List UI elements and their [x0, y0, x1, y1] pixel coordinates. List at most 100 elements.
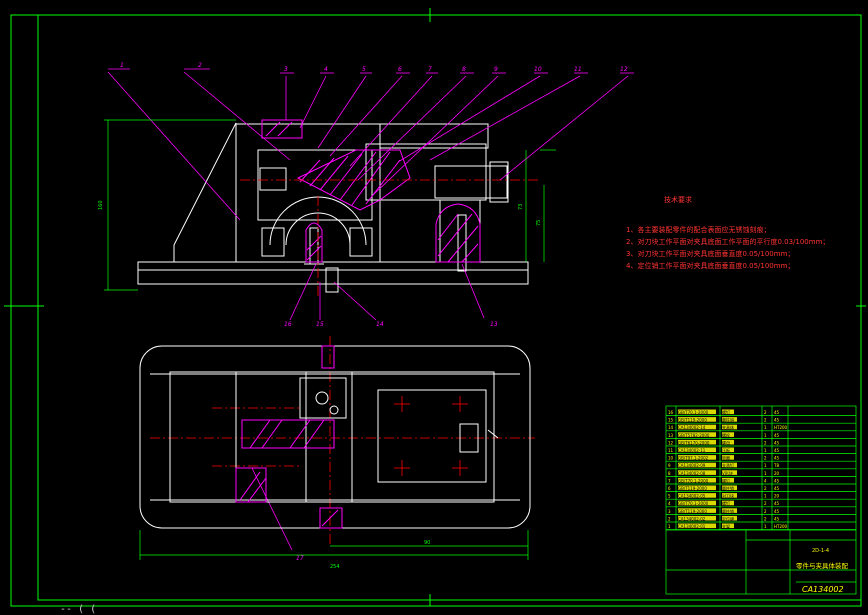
bom-cell: 2 — [764, 410, 767, 415]
title-block-name: CA134002 — [802, 585, 844, 594]
bom-row: 15 GB/T119-2000 圆柱销 2 45 — [666, 417, 856, 424]
title-block-drawing-no: 2D-1-4 — [812, 548, 829, 554]
leader-label-10: 10 — [534, 66, 542, 73]
bom-row: 11 CA134002-11 压板 1 45 — [666, 447, 856, 454]
bom-cell: 13 — [668, 433, 674, 438]
bom-cell: 夹具体 — [722, 424, 734, 430]
bom-cell: 2 — [764, 501, 767, 506]
technical-requirements: 技术要求 1、各主要装配零件的配合表面应无锈蚀刻痕； 2、对刀块工作平面对夹具底… — [626, 195, 829, 270]
bom-cell: V形块 — [722, 470, 733, 476]
bom-cell: 螺栓 — [722, 432, 730, 438]
leader-label-3: 3 — [284, 66, 288, 73]
bom-cell: 5 — [668, 494, 671, 499]
bom-cell: 45 — [774, 410, 780, 415]
dim-height: 160 — [98, 200, 104, 210]
leader-label-5: 5 — [362, 66, 366, 73]
dim-73: 73 — [518, 204, 524, 210]
bom-cell: 2 — [764, 440, 767, 445]
bom-cell: 1 — [764, 448, 767, 453]
bom-cell: CA134002-01 — [678, 524, 706, 529]
bom-cell: 16 — [668, 410, 674, 415]
bom-cell: 2 — [764, 456, 767, 461]
top-view-hatch — [235, 345, 343, 529]
cad-drawing-canvas: 1 2 3 4 5 6 7 8 9 10 11 12 16 15 14 13 1… — [4, 8, 866, 607]
bom-cell: 10 — [668, 456, 674, 461]
bom-row: 9 CA134002-09 支承钉 1 T8 — [666, 462, 856, 470]
bom-cell: 定位键 — [722, 515, 734, 521]
bom-cell: GB/T6170-2000 — [678, 440, 710, 445]
bom-cell: CA134002-09 — [678, 463, 706, 468]
bom-row: 13 GB/T5782-2000 螺栓 1 45 — [666, 432, 856, 439]
top-view-crosses — [394, 396, 468, 476]
bom-row: 12 GB/T6170-2000 螺母 2 45 — [666, 439, 856, 447]
dim-90: 90 — [424, 540, 430, 546]
bom-cell: 1 — [764, 494, 767, 499]
leader-label-15: 15 — [316, 321, 324, 328]
dim-75: 75 — [536, 220, 542, 226]
leader-label-11: 11 — [574, 66, 582, 73]
leader-label-13: 13 — [490, 321, 498, 328]
bom-cell: GB/T119-2000 — [678, 418, 707, 423]
bom-cell: 11 — [668, 448, 674, 453]
bom-row: 2 CA134002-02 定位键 2 45 — [666, 515, 856, 523]
bom-cell: 1 — [764, 471, 767, 476]
bom-row: 6 GB/T119-2000 圆柱销 2 45 — [666, 485, 856, 492]
command-line-text: -- ( ( — [60, 604, 97, 615]
bom-cell: 支承钉 — [722, 462, 734, 468]
title-block-text: 零件与夹具体装配 2D-1-4 CA134002 — [796, 548, 849, 594]
bom-cell: CA134002-02 — [678, 516, 706, 521]
bom-cell: 8 — [668, 471, 671, 476]
bom-cell: 7 — [668, 478, 671, 483]
bom-cell: 2 — [668, 516, 671, 521]
bom-cell: GB/T70.1-2000 — [678, 501, 709, 506]
bom-cell: 3 — [668, 509, 671, 514]
leader-label-7: 7 — [428, 66, 432, 73]
bom-cell: CA134002-05 — [678, 494, 706, 499]
bom-cell: 4 — [764, 478, 767, 483]
bom-cell: 45 — [774, 478, 780, 483]
bom-row: 10 GB/T97.1-2002 垫圈 2 45 — [666, 455, 856, 462]
bom-cell: 圆柱销 — [722, 417, 734, 423]
bom-cell: 15 — [668, 418, 674, 423]
leader-label-9: 9 — [494, 66, 498, 73]
bom-cell: T8 — [773, 463, 779, 468]
bom-cell: 1 — [668, 524, 671, 529]
bom-cell: CA134002-08 — [678, 471, 706, 476]
bom-cell: 1 — [764, 524, 767, 529]
tech-req-line-4: 4、定位销工作平面对夹具底面垂直度0.05/100mm； — [626, 261, 794, 270]
bom-cell: 垫圈 — [722, 455, 730, 461]
bom-row: 8 CA134002-08 V形块 1 20 — [666, 470, 856, 477]
leader-label-4: 4 — [324, 66, 328, 73]
bom-cell: 12 — [668, 440, 674, 445]
bom-cell: GB/T70.1-2000 — [678, 478, 709, 483]
bom-row: 5 CA134002-05 对刀块 1 20 — [666, 493, 856, 500]
tech-req-title: 技术要求 — [664, 195, 692, 204]
bom-cell: 20 — [774, 471, 780, 476]
bom-cell: 14 — [668, 425, 674, 430]
tech-req-line-1: 1、各主要装配零件的配合表面应无锈蚀刻痕； — [626, 225, 770, 234]
leader-label-1: 1 — [120, 62, 124, 69]
bom-cell: 2 — [764, 418, 767, 423]
title-block-part: 零件与夹具体装配 — [796, 561, 849, 570]
bom-cell: 45 — [774, 448, 780, 453]
bom-cell: CA134002-14 — [678, 425, 706, 430]
bom-cell: 45 — [774, 456, 780, 461]
bom-cell: GB/T119-2000 — [678, 509, 707, 514]
bom-row: 1 CA134002-01 支架 1 HT200 — [666, 523, 856, 530]
bom-cell: 4 — [668, 501, 671, 506]
bom-row: 4 GB/T70.1-2000 螺钉 2 45 — [666, 500, 856, 508]
bom-cell: 45 — [774, 516, 780, 521]
bom-cell: GB/T70.1-2000 — [678, 410, 709, 415]
bom-cell: 20 — [774, 494, 780, 499]
bom-cell: 2 — [764, 509, 767, 514]
bom-cell: GB/T97.1-2002 — [678, 456, 709, 461]
bom-cell: 6 — [668, 486, 671, 491]
leader-label-16: 16 — [284, 321, 292, 328]
bom-cell: 45 — [774, 440, 780, 445]
bom-cell: 45 — [774, 433, 780, 438]
bom-cell: 螺母 — [722, 439, 730, 445]
bom-row: 16 GB/T70.1-2000 螺钉 2 45 — [666, 409, 856, 416]
bom-cell: 螺钉 — [722, 409, 730, 415]
tech-req-line-2: 2、对刀块工作平面对夹具底面工作平面的平行度0.03/100mm； — [626, 237, 829, 246]
bom-cell: 螺钉 — [722, 477, 730, 483]
